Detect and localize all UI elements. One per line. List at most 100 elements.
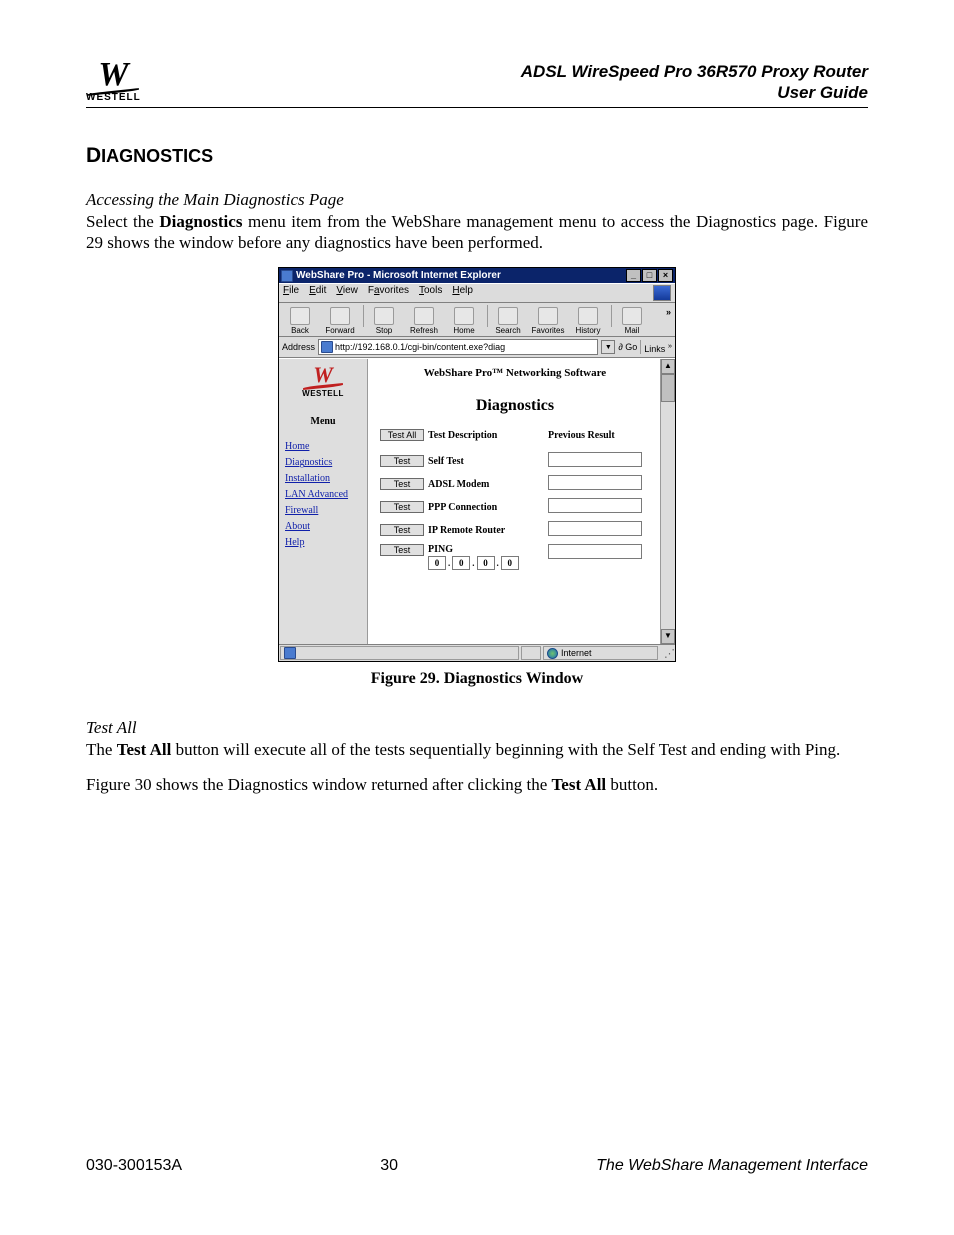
main-panel: WebShare Pro™ Networking Software Diagno…: [368, 359, 660, 644]
links-button[interactable]: Links »: [644, 341, 672, 354]
menu-help[interactable]: Help: [452, 285, 473, 301]
sidebar-logo-glyph: W: [279, 365, 367, 385]
menu-view[interactable]: View: [336, 285, 358, 301]
toolbar: Back Forward Stop Refresh Home Search Fa…: [279, 303, 675, 337]
test-button-ppp[interactable]: Test: [380, 501, 424, 513]
vertical-scrollbar[interactable]: ▲ ▼: [660, 359, 675, 644]
para3-post: button.: [606, 775, 658, 794]
toolbar-refresh-button[interactable]: Refresh: [407, 307, 441, 335]
toolbar-separator: [611, 305, 612, 327]
test-button-adsl[interactable]: Test: [380, 478, 424, 490]
ping-octet-2[interactable]: 0: [452, 556, 470, 570]
doc-title-line1: ADSL WireSpeed Pro 36R570 Proxy Router: [521, 62, 868, 81]
resize-grip-icon[interactable]: ⋰: [659, 647, 675, 660]
maximize-button[interactable]: □: [642, 269, 657, 282]
ie-icon: [281, 270, 293, 282]
sidebar-link-diagnostics[interactable]: Diagnostics: [285, 457, 367, 468]
sidebar-link-lan-advanced[interactable]: LAN Advanced: [285, 489, 367, 500]
brand-logo-glyph: W: [86, 60, 141, 90]
row-ppp-label: PPP Connection: [428, 502, 548, 513]
row-iprouter-result: [548, 521, 642, 536]
ping-octet-1[interactable]: 0: [428, 556, 446, 570]
toolbar-overflow-icon[interactable]: »: [666, 307, 671, 317]
main-title: Diagnostics: [380, 397, 650, 415]
main-banner: WebShare Pro™ Networking Software: [380, 367, 650, 379]
toolbar-history-button[interactable]: History: [571, 307, 605, 335]
diagnostics-table: Test All Test Description Previous Resul…: [380, 429, 650, 570]
row-ppp-result: [548, 498, 642, 513]
sidebar-brand: WESTELL: [279, 389, 367, 398]
status-page-icon: [284, 647, 296, 659]
footer-doc-number: 030-300153A: [86, 1157, 182, 1175]
close-button[interactable]: ×: [658, 269, 673, 282]
menu-file[interactable]: File: [283, 285, 299, 301]
para3-pre: Figure 30 shows the Diagnostics window r…: [86, 775, 552, 794]
test-button-ping[interactable]: Test: [380, 544, 424, 556]
subheading-testall: Test All: [86, 718, 868, 738]
para-testall-2: Figure 30 shows the Diagnostics window r…: [86, 775, 868, 796]
menu-edit[interactable]: Edit: [309, 285, 326, 301]
status-mid: [521, 646, 541, 660]
addressbar: Address http://192.168.0.1/cgi-bin/conte…: [279, 337, 675, 358]
para3-bold: Test All: [552, 775, 607, 794]
para1-bold: Diagnostics: [159, 212, 242, 231]
header-previous-result: Previous Result: [548, 430, 640, 441]
test-button-iprouter[interactable]: Test: [380, 524, 424, 536]
figure-29: WebShare Pro - Microsoft Internet Explor…: [278, 267, 676, 662]
table-row: Test PPP Connection: [380, 498, 650, 516]
sidebar-link-about[interactable]: About: [285, 521, 367, 532]
para2-post: button will execute all of the tests seq…: [171, 740, 840, 759]
subheading-accessing: Accessing the Main Diagnostics Page: [86, 190, 868, 210]
row-iprouter-label: IP Remote Router: [428, 525, 548, 536]
table-header-row: Test All Test Description Previous Resul…: [380, 429, 650, 441]
document-footer: 030-300153A 30 The WebShare Management I…: [86, 1157, 868, 1175]
table-row: Test IP Remote Router: [380, 521, 650, 539]
ping-octet-3[interactable]: 0: [477, 556, 495, 570]
address-input[interactable]: http://192.168.0.1/cgi-bin/content.exe?d…: [318, 339, 598, 355]
sidebar-link-home[interactable]: Home: [285, 441, 367, 452]
sidebar-link-help[interactable]: Help: [285, 537, 367, 548]
toolbar-separator: [363, 305, 364, 327]
table-row: Test ADSL Modem: [380, 475, 650, 493]
brand-logo: W WESTELL: [86, 60, 141, 103]
go-button[interactable]: ∂ Go: [618, 342, 637, 352]
row-ping-label: PING 0. 0. 0. 0: [428, 544, 548, 570]
section-heading-rest: IAGNOSTICS: [101, 146, 213, 166]
status-zone-label: Internet: [561, 648, 592, 658]
toolbar-search-button[interactable]: Search: [491, 307, 525, 335]
sidebar-link-installation[interactable]: Installation: [285, 473, 367, 484]
ping-octet-4[interactable]: 0: [501, 556, 519, 570]
sidebar-links: Home Diagnostics Installation LAN Advanc…: [279, 427, 367, 548]
address-label: Address: [282, 342, 315, 352]
section-heading-cap: D: [86, 144, 101, 167]
row-adsl-result: [548, 475, 642, 490]
toolbar-favorites-button[interactable]: Favorites: [531, 307, 565, 335]
sidebar-link-firewall[interactable]: Firewall: [285, 505, 367, 516]
window-titlebar: WebShare Pro - Microsoft Internet Explor…: [279, 268, 675, 283]
menu-tools[interactable]: Tools: [419, 285, 442, 301]
address-dropdown-button[interactable]: ▼: [601, 340, 615, 354]
test-button-selftest[interactable]: Test: [380, 455, 424, 467]
row-adsl-label: ADSL Modem: [428, 479, 548, 490]
browser-content: W WESTELL Menu Home Diagnostics Installa…: [279, 358, 675, 644]
browser-window: WebShare Pro - Microsoft Internet Explor…: [278, 267, 676, 662]
minimize-button[interactable]: _: [626, 269, 641, 282]
test-all-button[interactable]: Test All: [380, 429, 424, 441]
section-heading: DIAGNOSTICS: [86, 144, 868, 168]
para2-bold: Test All: [117, 740, 172, 759]
toolbar-back-button[interactable]: Back: [283, 307, 317, 335]
internet-zone-icon: [547, 648, 558, 659]
scroll-up-button[interactable]: ▲: [661, 359, 675, 374]
document-header: W WESTELL ADSL WireSpeed Pro 36R570 Prox…: [86, 60, 868, 108]
menubar: File Edit View Favorites Tools Help: [279, 283, 675, 303]
row-ping-result: [548, 544, 642, 559]
toolbar-forward-button[interactable]: Forward: [323, 307, 357, 335]
ie-throbber-icon: [653, 285, 671, 301]
toolbar-stop-button[interactable]: Stop: [367, 307, 401, 335]
toolbar-mail-button[interactable]: Mail: [615, 307, 649, 335]
toolbar-home-button[interactable]: Home: [447, 307, 481, 335]
scroll-down-button[interactable]: ▼: [661, 629, 675, 644]
menu-favorites[interactable]: Favorites: [368, 285, 409, 301]
para1-pre: Select the: [86, 212, 159, 231]
scroll-thumb[interactable]: [661, 374, 675, 402]
